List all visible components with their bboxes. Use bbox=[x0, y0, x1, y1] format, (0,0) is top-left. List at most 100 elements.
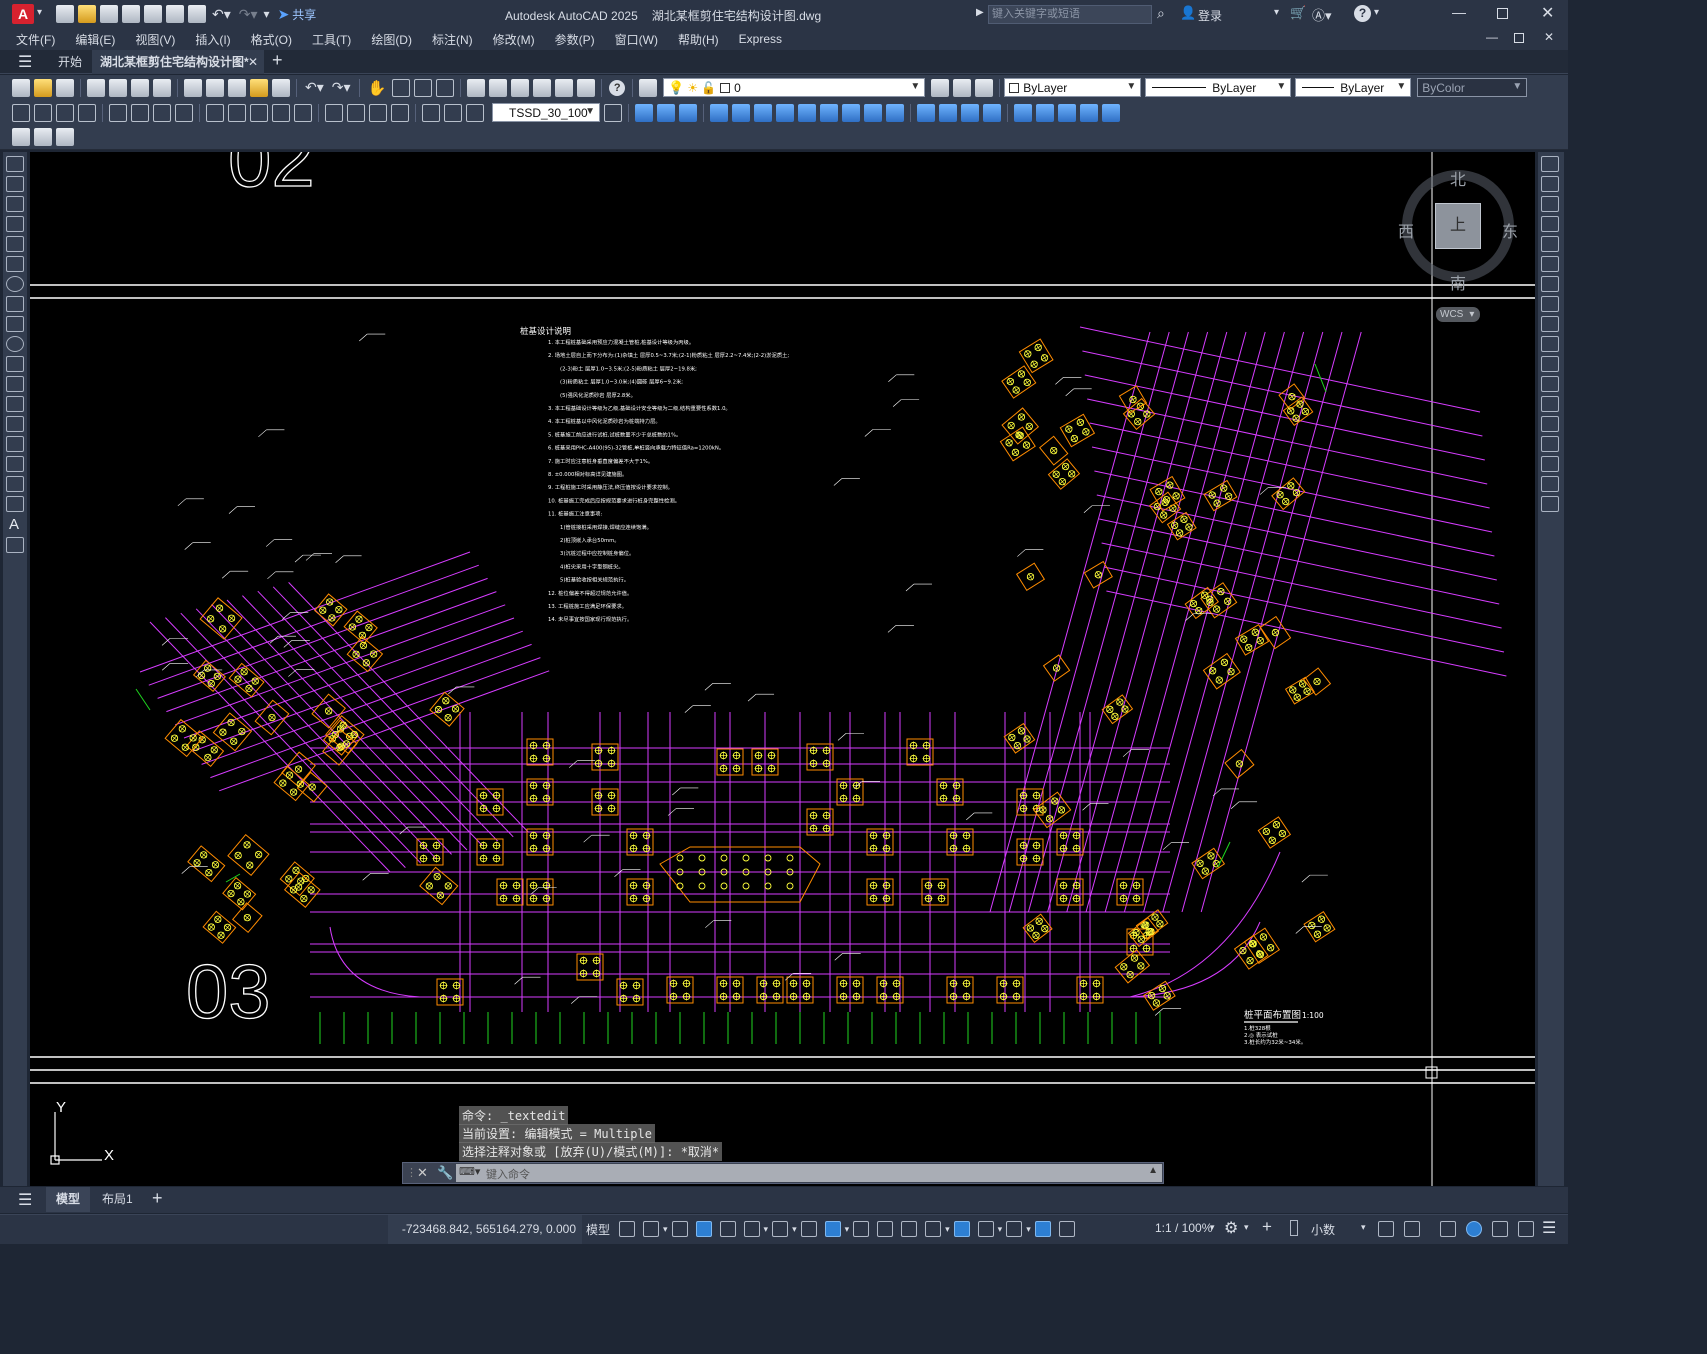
tssd-tool1-icon[interactable] bbox=[12, 128, 30, 146]
help-dropdown-icon[interactable]: ▾ bbox=[1374, 7, 1379, 18]
view-iso3-icon[interactable] bbox=[1102, 103, 1120, 122]
search-expand-icon[interactable]: ▶ bbox=[976, 7, 984, 18]
region-tool-icon[interactable] bbox=[6, 476, 24, 492]
hatch-tool-icon[interactable] bbox=[6, 436, 24, 452]
ucs-zaxis-icon[interactable] bbox=[798, 103, 816, 122]
view-front-icon[interactable] bbox=[1014, 103, 1032, 122]
drawing-canvas[interactable]: 02 03 桩基设计说明 1. 本工程桩基础采用预应力混凝土管桩,桩基设计等级为… bbox=[30, 152, 1535, 1186]
close-icon[interactable]: ✕ bbox=[1541, 3, 1554, 23]
break-tool-icon[interactable] bbox=[1541, 396, 1559, 412]
layer-freeze-icon[interactable]: ☀ bbox=[687, 81, 698, 95]
table-tool-icon[interactable] bbox=[6, 496, 24, 512]
extend-tool-icon[interactable] bbox=[1541, 356, 1559, 372]
object-snap-icon[interactable] bbox=[824, 1221, 841, 1237]
coordinates-readout[interactable]: -723468.842, 565164.279, 0.000 bbox=[388, 1215, 582, 1244]
workspace-dropdown-icon[interactable]: ▾ bbox=[1244, 1222, 1249, 1233]
open-icon[interactable] bbox=[78, 5, 96, 23]
viewcube-east[interactable]: 东 bbox=[1502, 218, 1518, 242]
polygon-tool-icon[interactable] bbox=[6, 216, 24, 232]
selection-cycling-icon[interactable] bbox=[901, 1221, 918, 1237]
make-block-tool-icon[interactable] bbox=[6, 396, 24, 412]
units-icon[interactable] bbox=[1290, 1220, 1298, 1236]
diameter-dim-icon[interactable] bbox=[153, 103, 171, 122]
rotate-tool-icon[interactable] bbox=[1541, 276, 1559, 292]
tssd-tool3-icon[interactable] bbox=[56, 128, 74, 146]
command-prompt-icon[interactable]: ⌨▾ bbox=[459, 1165, 480, 1178]
menu-dimension[interactable]: 标注(N) bbox=[422, 31, 483, 48]
polar-dropdown-icon[interactable]: ▾ bbox=[764, 1224, 769, 1235]
layer-lock-icon[interactable]: 🔓 bbox=[701, 81, 716, 95]
insert-block-tool-icon[interactable] bbox=[6, 376, 24, 392]
zoom-previous-icon[interactable] bbox=[436, 78, 455, 97]
autodesk-app-icon[interactable]: Ⓐ▾ bbox=[1312, 5, 1332, 24]
qnew-icon[interactable] bbox=[12, 78, 30, 97]
preview-icon[interactable] bbox=[109, 78, 127, 97]
workspace-gear-icon[interactable]: ⚙ bbox=[1224, 1218, 1238, 1238]
print-icon[interactable] bbox=[87, 78, 105, 97]
customize-qat-icon[interactable]: ▾ bbox=[264, 7, 270, 21]
viewcube-face[interactable]: 上 bbox=[1435, 203, 1481, 249]
plotstyle-dropdown[interactable]: ByColor ▼ bbox=[1417, 78, 1528, 97]
qsave-icon[interactable] bbox=[56, 78, 74, 97]
center-mark-icon[interactable] bbox=[347, 103, 365, 122]
rectangle-tool-icon[interactable] bbox=[6, 236, 24, 252]
object-snap-tracking-icon[interactable] bbox=[800, 1221, 817, 1237]
3d-osnap-dropdown-icon[interactable]: ▾ bbox=[945, 1224, 950, 1235]
viewcube-south[interactable]: 南 bbox=[1450, 270, 1466, 294]
baseline-dim-icon[interactable] bbox=[228, 103, 246, 122]
menu-tools[interactable]: 工具(T) bbox=[302, 31, 361, 48]
linetype-dropdown[interactable]: ByLayer ▼ bbox=[1145, 78, 1292, 97]
ucs-view-icon[interactable] bbox=[754, 103, 772, 122]
layout-menu-icon[interactable]: ☰ bbox=[18, 1190, 32, 1210]
dynamic-ucs-icon[interactable] bbox=[953, 1221, 970, 1237]
erase-tool-icon[interactable] bbox=[1541, 156, 1559, 172]
fillet-tool-icon[interactable] bbox=[1541, 456, 1559, 472]
ellipse-tool-icon[interactable] bbox=[6, 336, 24, 352]
dimstyle-dropdown[interactable]: TSSD_30_100 ▼ bbox=[492, 103, 600, 122]
spline-tool-icon[interactable] bbox=[6, 316, 24, 332]
infer-constraints-icon[interactable] bbox=[671, 1221, 688, 1237]
new-tab-button[interactable]: + bbox=[272, 50, 283, 71]
maximize-icon[interactable] bbox=[1497, 8, 1508, 19]
chamfer-tool-icon[interactable] bbox=[1541, 436, 1559, 452]
tab-drawing[interactable]: 湖北某框剪住宅结构设计图* ✕ bbox=[92, 50, 264, 74]
menu-insert[interactable]: 插入(I) bbox=[185, 31, 240, 48]
pan-icon[interactable]: ✋ bbox=[368, 79, 387, 97]
wcs-menu[interactable]: WCS ▾ bbox=[1436, 307, 1480, 322]
fullscreen-icon[interactable] bbox=[1518, 1221, 1534, 1237]
customize-status-icon[interactable]: ☰ bbox=[1542, 1218, 1556, 1238]
color-dropdown[interactable]: ByLayer ▼ bbox=[1004, 78, 1142, 97]
menu-help[interactable]: 帮助(H) bbox=[668, 31, 729, 48]
scale-dropdown-icon[interactable]: ▾ bbox=[1210, 1222, 1215, 1233]
dim-edit-icon[interactable] bbox=[422, 103, 440, 122]
break-point-tool-icon[interactable] bbox=[1541, 376, 1559, 392]
zoom-realtime-icon[interactable] bbox=[392, 78, 411, 97]
menu-window[interactable]: 窗口(W) bbox=[605, 31, 668, 48]
filter-dropdown-icon[interactable]: ▾ bbox=[998, 1224, 1003, 1235]
polyline-tool-icon[interactable] bbox=[6, 196, 24, 212]
markup-icon[interactable] bbox=[555, 78, 574, 97]
cut-icon[interactable] bbox=[184, 78, 202, 97]
tab-start[interactable]: 开始 bbox=[48, 50, 94, 74]
save-icon[interactable] bbox=[100, 5, 118, 23]
layer-properties-icon[interactable] bbox=[639, 78, 658, 97]
ucs-z-icon[interactable] bbox=[886, 103, 904, 122]
doc-minimize-icon[interactable]: — bbox=[1486, 30, 1498, 44]
open-file-icon[interactable] bbox=[34, 78, 52, 97]
command-close-icon[interactable]: ✕ bbox=[417, 1165, 428, 1181]
viewcube-west[interactable]: 西 bbox=[1398, 218, 1414, 242]
redo-icon[interactable]: ↷▾ bbox=[239, 6, 258, 23]
plot-icon[interactable] bbox=[188, 5, 206, 23]
cart-icon[interactable]: 🛒 bbox=[1290, 5, 1306, 21]
zoom-window-icon[interactable] bbox=[414, 78, 433, 97]
arc-tool-icon[interactable] bbox=[6, 256, 24, 272]
view-left-icon[interactable] bbox=[961, 103, 979, 122]
user-icon[interactable]: 👤 bbox=[1180, 5, 1196, 21]
stretch-tool-icon[interactable] bbox=[1541, 316, 1559, 332]
gizmo-icon[interactable] bbox=[1006, 1221, 1023, 1237]
array-tool-icon[interactable] bbox=[1541, 236, 1559, 252]
view-back-icon[interactable] bbox=[1036, 103, 1054, 122]
view-iso-icon[interactable] bbox=[1058, 103, 1076, 122]
app-logo[interactable]: A bbox=[12, 4, 34, 24]
tool-palettes-icon[interactable] bbox=[511, 78, 530, 97]
